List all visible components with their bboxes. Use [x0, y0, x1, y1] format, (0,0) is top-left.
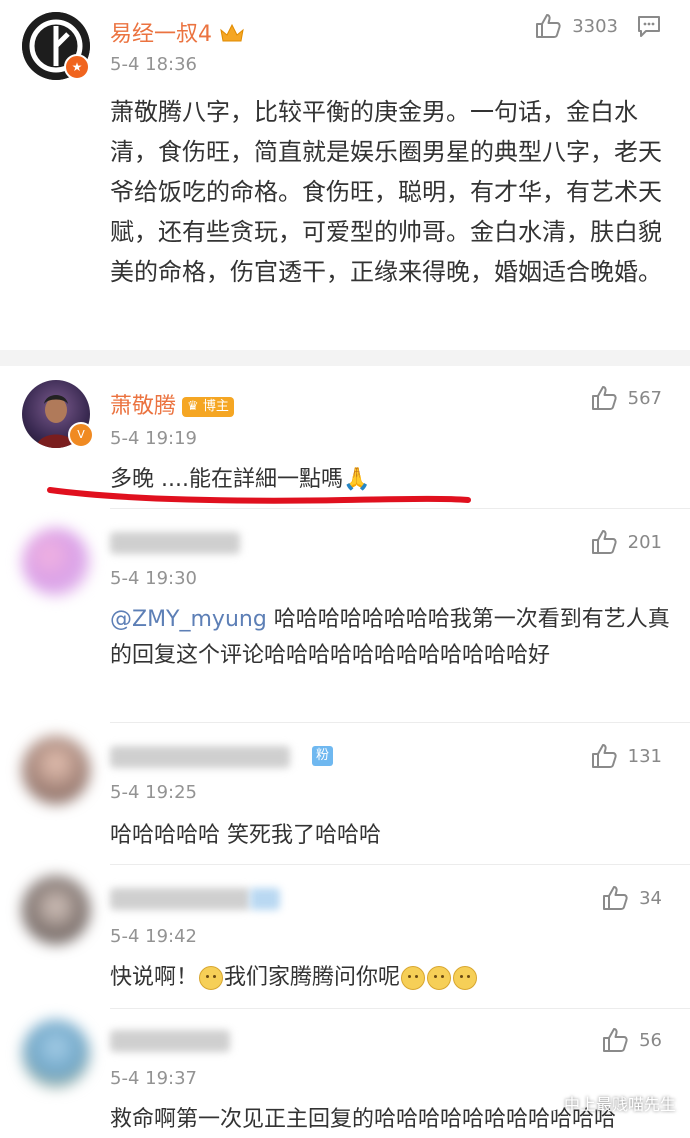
like-count: 201	[627, 531, 662, 553]
comment-time: 5-4 19:25	[110, 782, 197, 803]
like-count: 3303	[572, 15, 618, 37]
thumbs-up-icon	[591, 744, 617, 768]
reply-item: 5-4 19:37 56 救命啊第一次见正主回复的哈哈哈哈哈哈哈哈哈哈哈	[0, 1010, 690, 1135]
comment-text: 快说啊！ 我们家腾腾问你呢	[110, 960, 670, 996]
user-name[interactable]: 易经一叔4	[110, 16, 245, 48]
user-name-blurred[interactable]	[110, 746, 290, 768]
comment-time: 5-4 19:42	[110, 926, 197, 947]
thumbs-up-icon	[536, 14, 561, 38]
doge-emoji-icon	[199, 966, 224, 990]
thumbs-up-icon	[603, 886, 628, 910]
divider	[110, 864, 690, 865]
reply-item: 5-4 19:30 201 @ZMY_myung 哈哈哈哈哈哈哈哈我第一次看到有…	[0, 510, 690, 720]
section-divider	[0, 350, 690, 366]
comment-time: 5-4 19:37	[110, 1068, 197, 1089]
reply-item: 粉 5-4 19:25 131 哈哈哈哈哈 笑死我了哈哈哈	[0, 724, 690, 864]
like-button[interactable]: 567	[590, 384, 662, 412]
comment-time: 5-4 19:19	[110, 428, 197, 449]
like-count: 567	[627, 387, 662, 409]
avatar[interactable]	[22, 1020, 90, 1088]
like-button[interactable]: 34	[601, 884, 662, 912]
thumbs-up-icon	[591, 386, 617, 410]
comment-text: @ZMY_myung 哈哈哈哈哈哈哈哈我第一次看到有艺人真的回复这个评论哈哈哈哈…	[110, 607, 670, 668]
like-count: 34	[639, 887, 662, 909]
user-name-blurred[interactable]	[110, 888, 250, 910]
wechat-icon	[541, 1097, 559, 1111]
like-button[interactable]: 56	[601, 1026, 662, 1054]
comment-time: 5-4 18:36	[110, 54, 197, 75]
doge-emoji-icon	[453, 966, 478, 990]
user-name-blurred[interactable]	[110, 532, 240, 554]
user-name-blurred[interactable]	[110, 1030, 230, 1052]
doge-emoji-icon	[427, 966, 452, 990]
like-button[interactable]: 131	[590, 742, 662, 770]
main-comment: ★ 易经一叔4 5-4 18:36 3303 萧敬腾八字，比较平衡的庚金男。一句…	[0, 0, 690, 350]
host-badge: ♛ 博主	[182, 397, 234, 417]
like-count: 131	[627, 745, 662, 767]
divider	[110, 722, 690, 723]
comment-text: 哈哈哈哈哈 笑死我了哈哈哈	[110, 823, 381, 848]
badge-blurred	[250, 888, 280, 910]
watermark: 中上最贱喵先生	[541, 1091, 676, 1115]
user-name[interactable]: 萧敬腾 ♛ 博主	[110, 388, 234, 420]
reply-comment-icon[interactable]	[636, 13, 662, 39]
divider	[110, 508, 690, 509]
mention-link[interactable]: @ZMY_myung	[110, 607, 267, 632]
avatar[interactable]	[22, 736, 90, 804]
like-button[interactable]: 201	[590, 528, 662, 556]
verified-badge-icon: V	[68, 422, 94, 448]
like-count: 56	[639, 1029, 662, 1051]
thumbs-up-icon	[603, 1028, 628, 1052]
crown-icon	[220, 23, 244, 42]
doge-emoji-icon	[401, 966, 426, 990]
divider	[110, 1008, 690, 1009]
comment-time: 5-4 19:30	[110, 568, 197, 589]
like-button[interactable]: 3303	[534, 12, 662, 40]
verified-badge-icon: ★	[64, 54, 90, 80]
reply-item: 5-4 19:42 34 快说啊！ 我们家腾腾问你呢	[0, 866, 690, 1010]
thumbs-up-icon	[591, 530, 617, 554]
comment-text: 萧敬腾八字，比较平衡的庚金男。一句话，金白水清，食伤旺，简直就是娱乐圈男星的典型…	[110, 98, 662, 286]
avatar[interactable]	[22, 876, 90, 944]
avatar[interactable]	[22, 528, 90, 596]
fan-badge: 粉	[312, 746, 334, 766]
